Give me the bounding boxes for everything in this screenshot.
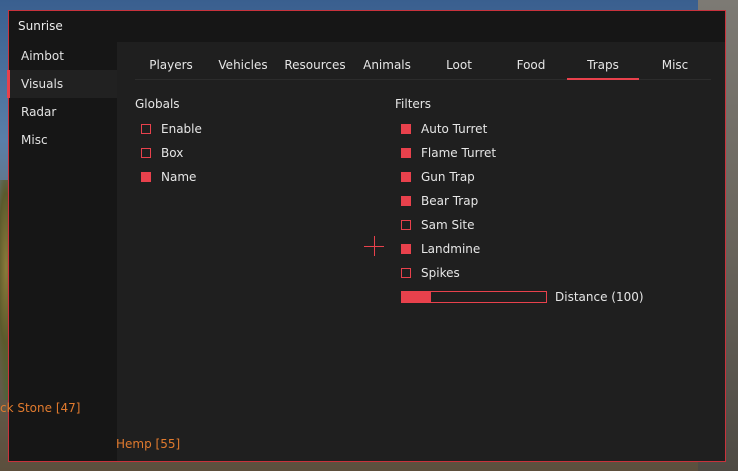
filter-landmine-row[interactable]: Landmine [401,241,480,257]
tab-traps[interactable]: Traps [567,54,639,80]
globals-enable-row[interactable]: Enable [141,121,202,137]
checkbox-label: Sam Site [421,218,475,232]
distance-slider-fill [402,292,431,302]
window-title: Sunrise [9,11,725,42]
checkbox-label: Spikes [421,266,460,280]
checkbox-label: Flame Turret [421,146,497,160]
filter-flame-turret-checkbox[interactable] [401,148,411,158]
checkbox-label: Name [161,170,197,184]
filter-spikes-row[interactable]: Spikes [401,265,460,281]
tab-loot[interactable]: Loot [423,54,495,79]
globals-box-row[interactable]: Box [141,145,183,161]
tab-animals[interactable]: Animals [351,54,423,79]
sidebar-item-visuals[interactable]: Visuals [7,70,117,98]
filter-spikes-checkbox[interactable] [401,268,411,278]
sidebar-item-aimbot[interactable]: Aimbot [9,42,117,70]
filter-bear-trap-checkbox[interactable] [401,196,411,206]
filter-landmine-checkbox[interactable] [401,244,411,254]
checkbox-label: Enable [161,122,202,136]
crosshair-icon [364,236,384,256]
globals-name-row[interactable]: Name [141,169,196,185]
checkbox-label: Box [161,146,184,160]
menu-window: Sunrise Aimbot Visuals Radar Misc Player… [7,10,726,462]
filter-bear-trap-row[interactable]: Bear Trap [401,193,478,209]
filters-title: Filters [395,97,431,111]
globals-name-checkbox[interactable] [141,172,151,182]
tab-resources[interactable]: Resources [279,54,351,79]
tab-players[interactable]: Players [135,54,207,79]
checkbox-label: Bear Trap [421,194,479,208]
sidebar-item-misc[interactable]: Misc [9,126,117,154]
filter-gun-trap-checkbox[interactable] [401,172,411,182]
tab-vehicles[interactable]: Vehicles [207,54,279,79]
distance-label: Distance (100) [555,290,644,304]
filter-sam-site-checkbox[interactable] [401,220,411,230]
distance-row: Distance (100) [401,289,644,305]
distance-slider[interactable] [401,291,547,303]
filter-auto-turret-checkbox[interactable] [401,124,411,134]
globals-enable-checkbox[interactable] [141,124,151,134]
filter-auto-turret-row[interactable]: Auto Turret [401,121,487,137]
sidebar: Aimbot Visuals Radar Misc [7,42,117,461]
filter-sam-site-row[interactable]: Sam Site [401,217,475,233]
sidebar-item-radar[interactable]: Radar [9,98,117,126]
category-tabs: Players Vehicles Resources Animals Loot … [135,54,711,80]
filter-flame-turret-row[interactable]: Flame Turret [401,145,496,161]
globals-box-checkbox[interactable] [141,148,151,158]
tab-food[interactable]: Food [495,54,567,79]
checkbox-label: Landmine [421,242,481,256]
filter-gun-trap-row[interactable]: Gun Trap [401,169,475,185]
content-panel: Players Vehicles Resources Animals Loot … [117,42,725,461]
checkbox-label: Gun Trap [421,170,475,184]
tab-misc[interactable]: Misc [639,54,711,79]
globals-title: Globals [135,97,180,111]
esp-label-stone: ck Stone [47] [0,401,81,415]
esp-label-hemp: Hemp [55] [116,437,181,451]
checkbox-label: Auto Turret [421,122,488,136]
